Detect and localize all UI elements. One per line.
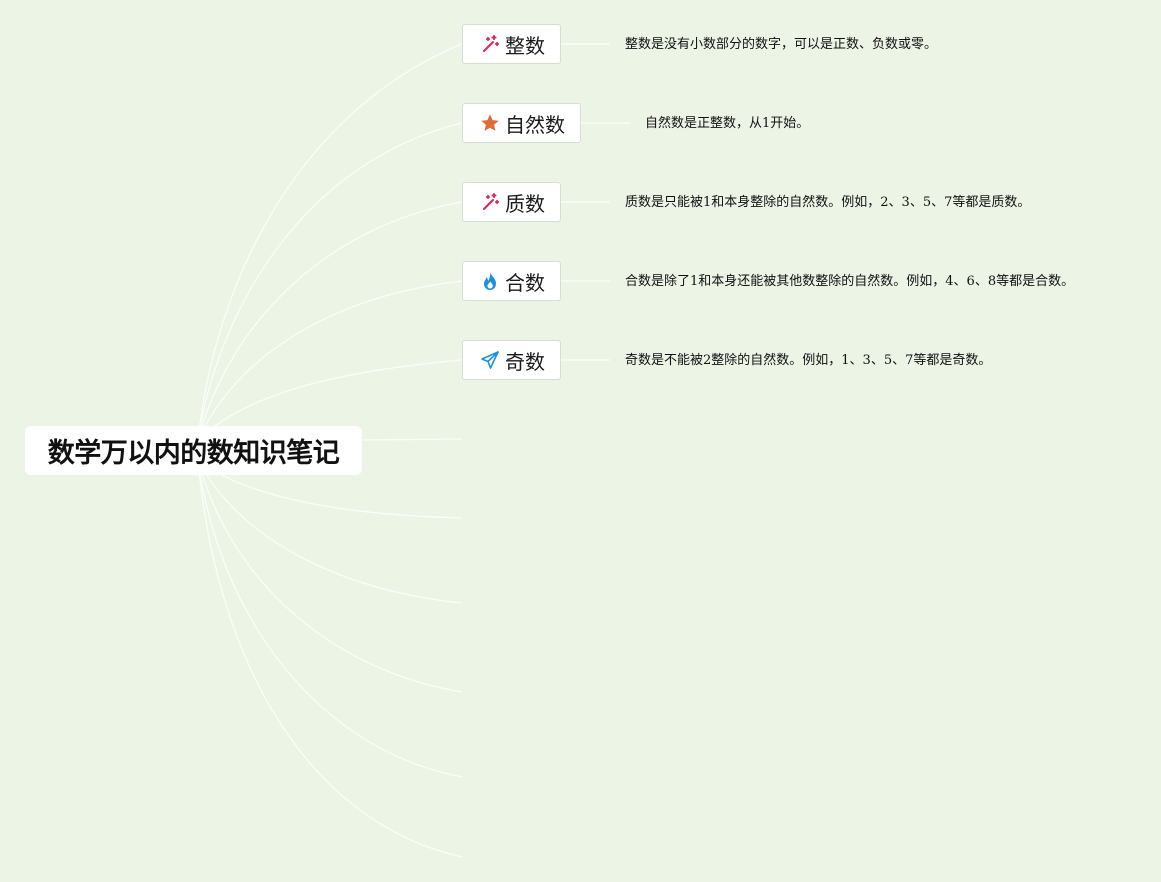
topic-note: 自然数是正整数，从1开始。 [645,116,810,131]
topic-label: 整数 [505,33,545,58]
magic-wand-icon [479,191,501,213]
topic-label: 奇数 [505,349,545,374]
magic-wand-icon [479,33,501,55]
topic-note: 质数是只能被1和本身整除的自然数。例如，2、3、5、7等都是质数。 [625,195,1031,210]
connector-empty-3 [197,459,463,604]
topic-odd-number[interactable]: 奇数 [462,340,561,380]
topic-note: 奇数是不能被2整除的自然数。例如，1、3、5、7等都是奇数。 [625,353,992,368]
connector-empty-6 [197,459,463,858]
connector-empty-5 [197,459,463,778]
topic-composite-number[interactable]: 合数 [462,261,561,301]
topic-integer[interactable]: 整数 [462,24,561,64]
root-topic[interactable]: 数学万以内的数知识笔记 [25,426,362,475]
root-topic-title: 数学万以内的数知识笔记 [47,438,340,469]
fire-icon [479,270,501,292]
topic-label: 合数 [505,270,545,295]
topic-natural-number[interactable]: 自然数 [462,103,581,143]
paper-plane-icon [479,349,501,371]
connector-empty-4 [197,459,463,693]
topic-note: 合数是除了1和本身还能被其他数整除的自然数。例如，4、6、8等都是合数。 [625,274,1075,289]
connector-empty-1 [361,438,463,441]
topic-prime-number[interactable]: 质数 [462,182,561,222]
topic-label: 自然数 [505,112,565,137]
connector-topic-3 [197,201,463,441]
connector-topic-4 [197,280,463,441]
star-icon [479,112,501,134]
topic-note: 整数是没有小数部分的数字，可以是正数、负数或零。 [625,37,938,52]
topic-label: 质数 [505,191,545,216]
